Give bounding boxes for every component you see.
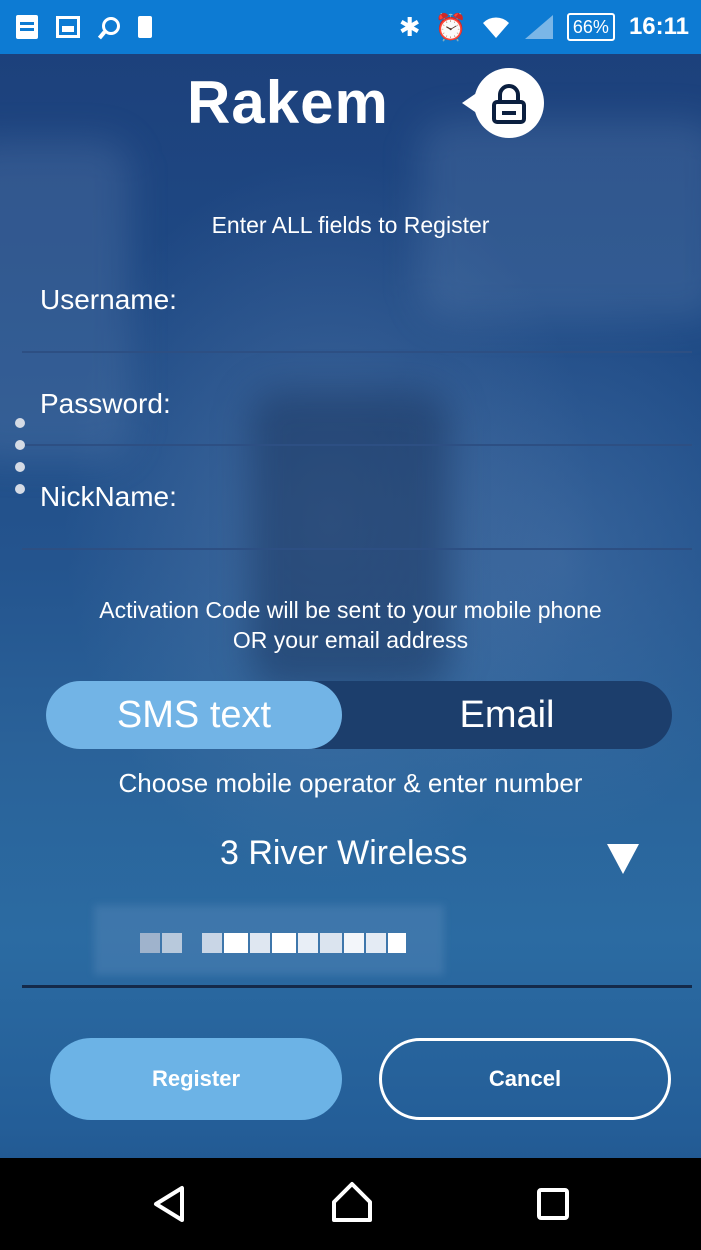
system-nav-bar — [0, 1158, 701, 1250]
handle-dot — [15, 462, 25, 472]
side-handle[interactable] — [15, 418, 27, 506]
signal-icon — [524, 15, 553, 39]
triangle-down-icon — [607, 844, 639, 874]
nickname-field[interactable] — [22, 548, 692, 550]
alarm-icon: ⏰ — [434, 12, 467, 42]
phone-number-field[interactable] — [22, 905, 692, 988]
cancel-button[interactable]: Cancel — [379, 1038, 671, 1120]
register-screen: ✱ ⏰ 66% 16:11 Rakem Enter ALL fields to … — [0, 0, 701, 1250]
obscured-pixel — [202, 933, 222, 953]
notes-icon — [16, 15, 38, 39]
form-instruction: Enter ALL fields to Register — [211, 212, 490, 238]
operator-selected: 3 River Wireless — [220, 834, 468, 872]
operator-prompt: Choose mobile operator & enter number — [118, 768, 583, 798]
username-label: Username: — [40, 284, 177, 315]
handle-dot — [15, 440, 25, 450]
sms-text-option[interactable]: SMS text — [46, 681, 342, 749]
home-button[interactable] — [292, 1158, 412, 1250]
phone-icon — [138, 16, 152, 38]
register-button[interactable]: Register — [50, 1038, 342, 1120]
obscured-pixel — [298, 933, 318, 953]
back-icon — [154, 1186, 184, 1222]
obscured-pixel — [140, 933, 160, 953]
handle-dot — [15, 418, 25, 428]
delivery-toggle: SMS text Email — [46, 681, 672, 749]
password-label: Password: — [40, 388, 171, 419]
obscured-pixel — [344, 933, 364, 953]
nickname-label: NickName: — [40, 481, 177, 512]
password-field[interactable] — [22, 444, 692, 446]
status-time: 16:11 — [628, 13, 689, 40]
obscured-pixel — [250, 933, 270, 953]
obscured-pixel — [224, 933, 248, 953]
obscured-pixel — [366, 933, 386, 953]
lock-icon — [492, 84, 526, 124]
recents-icon — [537, 1188, 569, 1220]
wifi-icon — [482, 17, 509, 38]
operator-dropdown[interactable]: 3 River Wireless — [0, 834, 701, 884]
activation-notice: Activation Code will be sent to your mob… — [0, 595, 701, 655]
username-field[interactable] — [22, 351, 692, 353]
obscured-pixel — [388, 933, 406, 953]
image-icon — [56, 16, 80, 38]
handle-dot — [15, 484, 25, 494]
bluetooth-icon: ✱ — [398, 12, 421, 42]
email-option[interactable]: Email — [342, 681, 672, 749]
battery-indicator: 66% — [566, 13, 615, 41]
obscured-pixel — [320, 933, 342, 953]
activation-notice-line1: Activation Code will be sent to your mob… — [99, 597, 602, 623]
obscured-pixel — [162, 933, 182, 953]
app-name: Rakem — [187, 69, 389, 136]
activation-notice-line2: OR your email address — [232, 627, 469, 653]
phone-field-underline — [22, 985, 692, 988]
status-bar: ✱ ⏰ 66% 16:11 — [0, 0, 701, 54]
search-icon — [98, 15, 120, 39]
home-icon — [332, 1182, 372, 1222]
recents-button[interactable] — [493, 1158, 613, 1250]
obscured-pixel — [272, 933, 296, 953]
back-button[interactable] — [116, 1158, 236, 1250]
